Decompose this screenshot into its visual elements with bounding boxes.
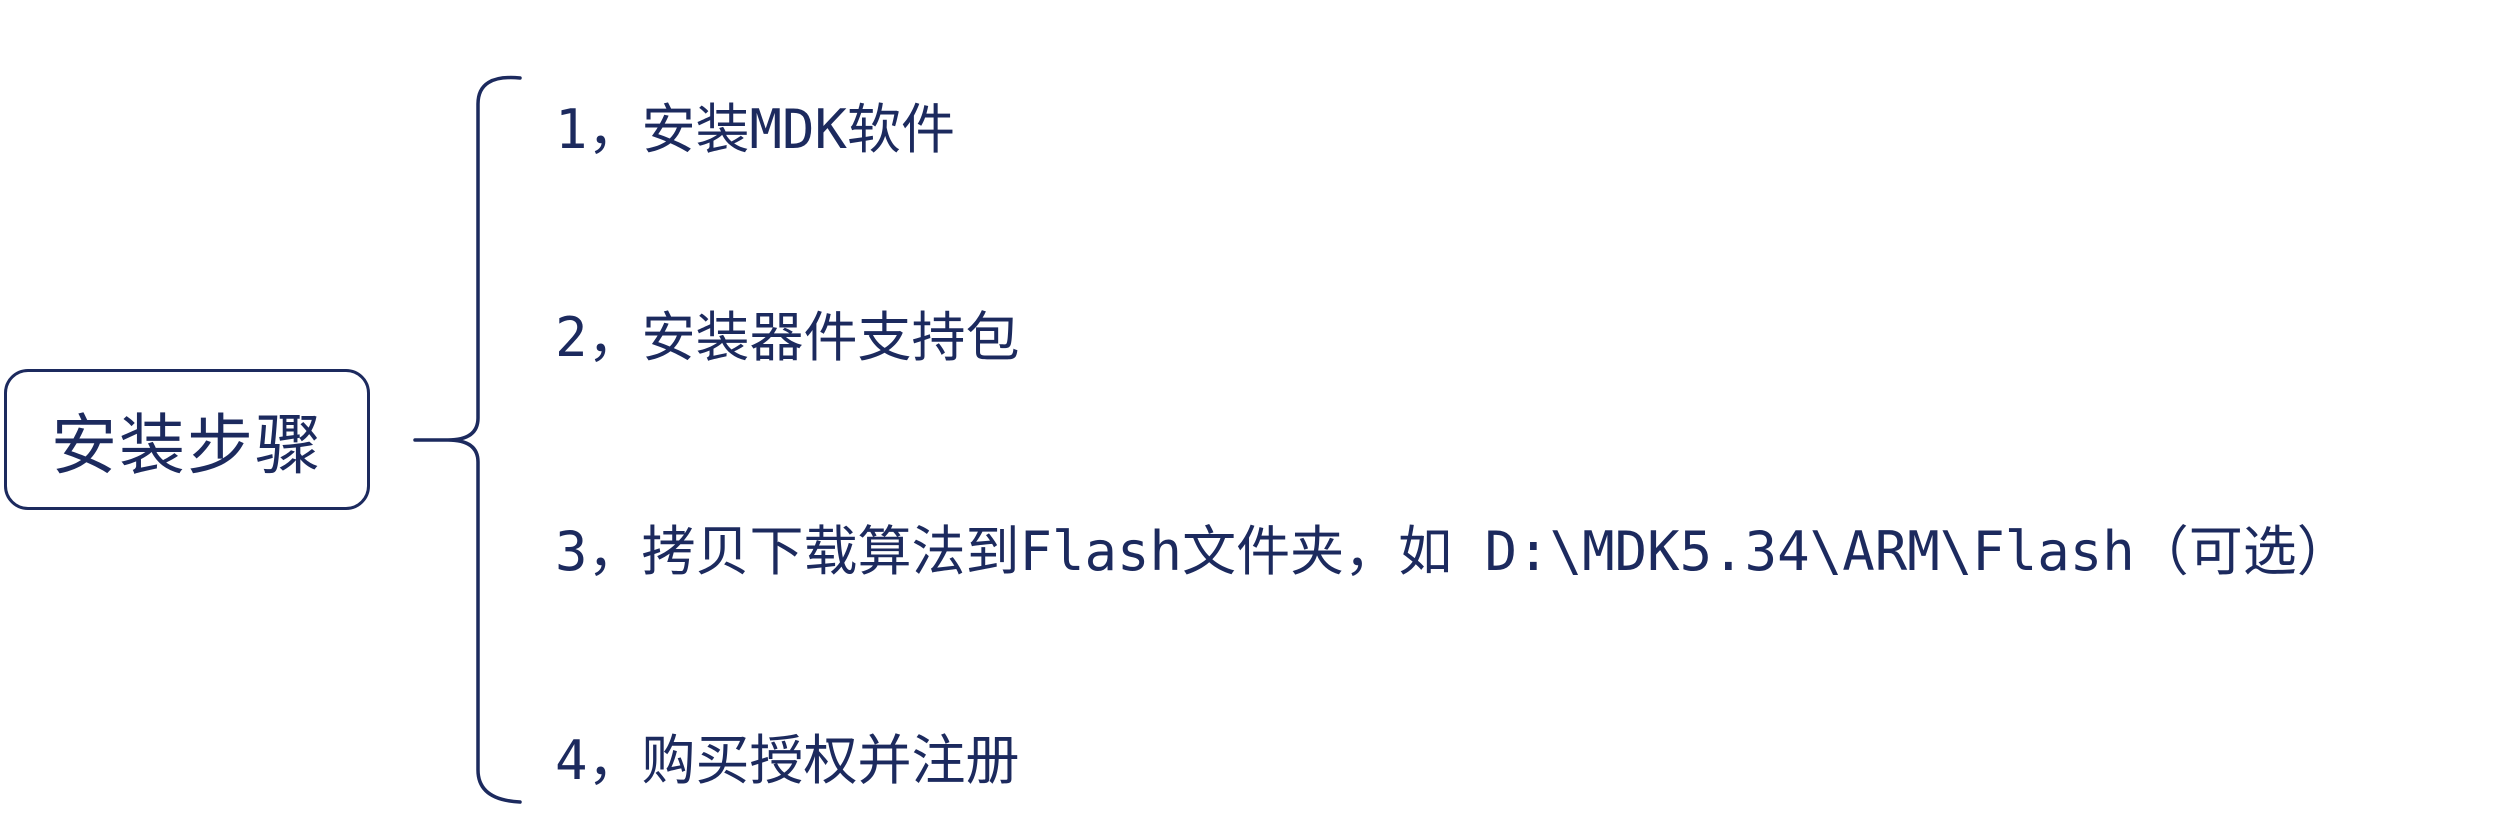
step-item-1: 1，安装MDK软件: [555, 98, 956, 161]
connector-brace: [413, 75, 522, 804]
step-item-3: 3，拷贝下载算法到Flash文件夹，如 D:\MDK5.34\ARM\Flash…: [555, 520, 2351, 583]
step-item-4: 4，购买授权并注册: [555, 729, 1020, 792]
step-item-2: 2，安装器件支持包: [555, 306, 1020, 369]
brace-path: [413, 75, 522, 804]
